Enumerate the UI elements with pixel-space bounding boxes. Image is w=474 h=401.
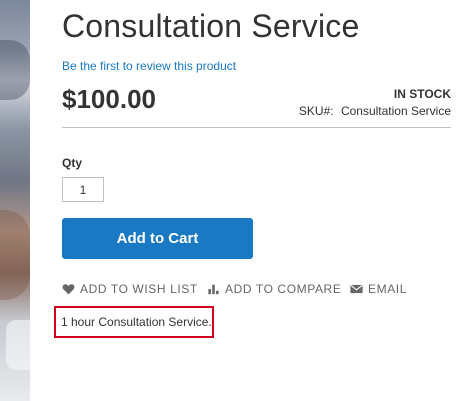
add-to-compare-link[interactable]: ADD TO COMPARE [207, 282, 341, 296]
sku-info: SKU#: Consultation Service [299, 104, 451, 118]
envelope-icon [350, 284, 363, 294]
add-to-cart-button[interactable]: Add to Cart [62, 218, 253, 259]
product-title: Consultation Service [62, 8, 360, 44]
add-to-wishlist-link[interactable]: ADD TO WISH LIST [62, 282, 198, 296]
email-link[interactable]: EMAIL [350, 282, 407, 296]
heart-icon [62, 284, 75, 295]
stock-status: IN STOCK [393, 87, 451, 101]
qty-input[interactable] [62, 177, 104, 202]
product-image[interactable] [0, 0, 30, 401]
sku-label: SKU#: [298, 104, 334, 118]
product-description: 1 hour Consultation Service. [61, 315, 212, 329]
review-link[interactable]: Be the first to review this product [62, 59, 236, 73]
product-price: $100.00 [62, 84, 156, 114]
compare-label: ADD TO COMPARE [225, 282, 342, 296]
qty-label: Qty [62, 156, 83, 170]
compare-bars-icon [208, 284, 219, 295]
divider [62, 127, 451, 128]
wishlist-label: ADD TO WISH LIST [80, 282, 198, 296]
email-label: EMAIL [368, 282, 408, 296]
sku-value: Consultation Service [340, 104, 451, 118]
